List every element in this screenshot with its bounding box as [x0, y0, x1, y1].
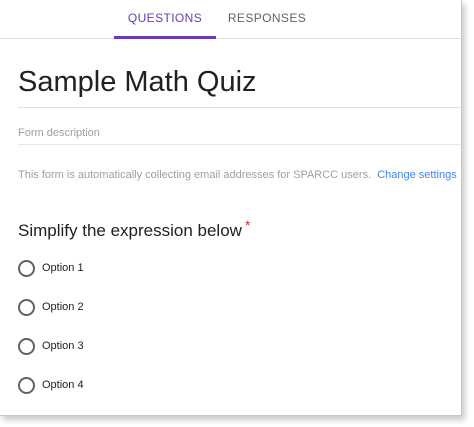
option-label: Option 2	[42, 301, 84, 313]
required-asterisk: *	[244, 217, 251, 233]
option-label: Option 3	[42, 340, 84, 352]
option-item-2[interactable]: Option 2	[18, 298, 178, 318]
radio-button-icon[interactable]	[18, 377, 35, 394]
form-editor-window: QUESTIONS RESPONSES Sample Math Quiz For…	[0, 0, 462, 416]
option-label: Option 1	[42, 262, 84, 274]
title-underline	[18, 107, 461, 108]
radio-button-icon[interactable]	[18, 260, 35, 277]
tab-questions[interactable]: QUESTIONS	[114, 0, 216, 38]
option-item-1[interactable]: Option 1	[18, 259, 178, 279]
active-tab-indicator	[114, 36, 216, 39]
option-item-4[interactable]: Option 4	[18, 376, 178, 396]
tab-responses[interactable]: RESPONSES	[216, 0, 318, 38]
radio-button-icon[interactable]	[18, 338, 35, 355]
option-item-3[interactable]: Option 3	[18, 337, 178, 357]
form-title[interactable]: Sample Math Quiz	[18, 66, 257, 99]
change-settings-link[interactable]: Change settings	[377, 169, 457, 181]
option-label: Option 4	[42, 379, 84, 391]
question-title[interactable]: Simplify the expression below *	[18, 217, 250, 241]
tab-bar: QUESTIONS RESPONSES	[0, 0, 461, 39]
description-underline	[18, 144, 461, 145]
form-description-field[interactable]: Form description	[18, 127, 100, 139]
radio-button-icon[interactable]	[18, 299, 35, 316]
email-notice-text: This form is automatically collecting em…	[18, 169, 372, 181]
email-collection-notice: This form is automatically collecting em…	[18, 169, 457, 181]
question-text: Simplify the expression below	[18, 221, 242, 240]
